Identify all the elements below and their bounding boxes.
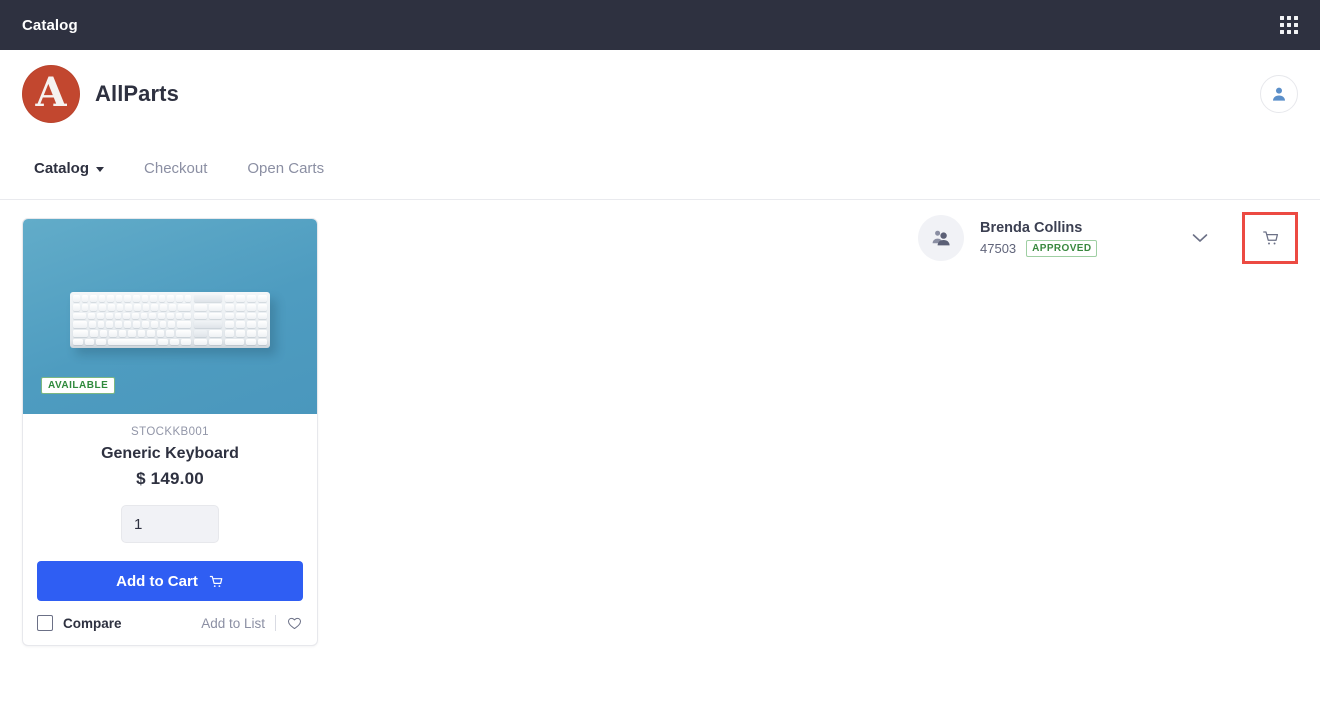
compare-checkbox[interactable] [37,615,53,631]
chevron-down-icon [1192,234,1208,242]
brand-name: AllParts [95,81,179,106]
compare-toggle[interactable]: Compare [37,615,122,631]
add-to-cart-button[interactable]: Add to Cart [37,561,303,601]
heart-icon[interactable] [286,615,303,631]
product-card-body: STOCKKB001 Generic Keyboard $ 149.00 Add… [23,414,317,645]
user-dropdown-button[interactable] [1172,233,1228,243]
nav-item-checkout-label: Checkout [144,160,208,177]
allparts-logo-icon: A [22,65,80,123]
nav-item-catalog-label: Catalog [34,160,90,177]
nav-item-open-carts-label: Open Carts [247,160,325,177]
product-card-footer-actions: Add to List [201,615,303,631]
compare-label: Compare [63,615,122,631]
user-name: Brenda Collins [980,219,1083,236]
user-sub: 47503 APPROVED [980,240,1130,258]
product-card[interactable]: AVAILABLE STOCKKB001 Generic Keyboard $ … [22,218,318,646]
chevron-down-icon [96,167,105,172]
product-image: AVAILABLE [23,219,317,414]
group-people-icon [932,230,950,246]
open-cart-button[interactable] [1242,212,1298,264]
avatar [918,215,964,261]
nav-item-checkout[interactable]: Checkout [124,138,227,199]
brand-bar: A AllParts [0,50,1320,138]
product-card-footer: Compare Add to List [37,615,303,631]
user-id: 47503 [980,241,1017,257]
grid-apps-icon[interactable] [1280,16,1298,34]
user-avatar-icon [1273,87,1285,101]
shopping-cart-icon [209,575,223,587]
main-nav: Catalog Checkout Open Carts [0,138,1320,200]
user-meta: Brenda Collins 47503 APPROVED [980,219,1130,258]
account-button[interactable] [1260,75,1298,113]
keyboard-numpad-block [225,295,267,346]
add-to-list-button[interactable]: Add to List [201,616,265,631]
shopping-cart-icon [1262,231,1278,245]
main-content: Brenda Collins 47503 APPROVED AVAILABLE … [0,200,1320,646]
product-sku: STOCKKB001 [131,426,209,438]
page-title: Catalog [22,16,78,34]
quantity-input[interactable] [121,505,219,543]
nav-item-open-carts[interactable]: Open Carts [227,138,344,199]
divider [275,615,276,631]
user-summary-row: Brenda Collins 47503 APPROVED [918,212,1298,264]
keyboard-illustration [70,292,270,349]
titlebar: Catalog [0,0,1320,50]
nav-item-catalog[interactable]: Catalog [22,138,124,199]
keyboard-arrow-block [194,295,222,346]
status-badge: APPROVED [1026,240,1098,258]
product-name: Generic Keyboard [101,445,239,462]
product-price: $ 149.00 [136,469,204,488]
add-to-cart-label: Add to Cart [116,572,198,590]
brand-logo-group[interactable]: A AllParts [22,65,179,123]
keyboard-main-block [73,295,192,346]
availability-badge: AVAILABLE [41,377,116,394]
